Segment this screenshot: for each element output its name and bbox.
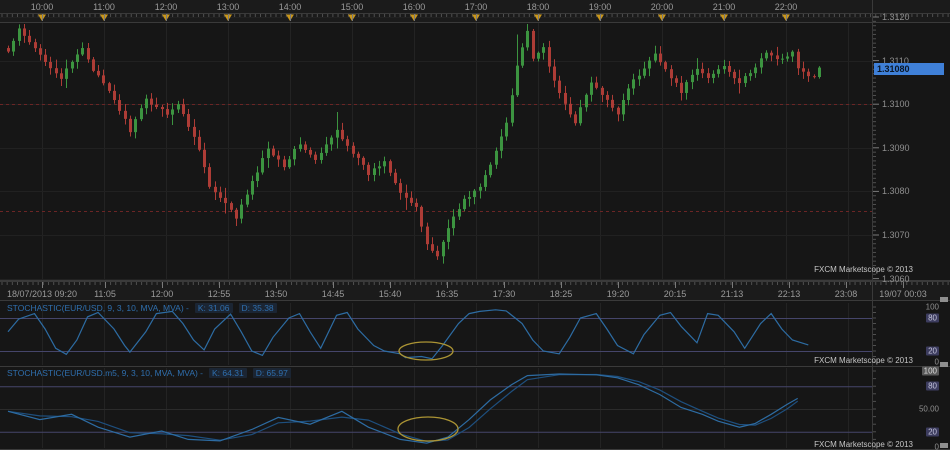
time-axis-label: 21:13: [721, 289, 744, 299]
price-axis-label: 1.3060: [882, 274, 910, 284]
time-axis-label: 18:00: [527, 2, 550, 12]
indicator2-k-value: K: 64.31: [209, 368, 247, 378]
time-axis-label: 17:00: [465, 2, 488, 12]
time-axis-label: 14:45: [322, 289, 345, 299]
time-axis-label: 18:25: [550, 289, 573, 299]
price-axis-label: 1.3100: [882, 99, 910, 109]
indicator2-name: STOCHASTIC(EUR/USD.m5, 9, 3, 10, MVA, MV…: [7, 368, 203, 378]
indicator2-scale-label: 0: [935, 443, 939, 450]
indicator1-scale-label: 80: [926, 314, 939, 323]
time-axis-label: 10:00: [31, 2, 54, 12]
fxcm-marketscope-window: 10:00 11:00 12:00 13:00 14:00 15:00 16:00 17:00…: [0, 0, 950, 450]
time-axis-label: 16:00: [403, 2, 426, 12]
time-axis-label: 11:05: [94, 289, 116, 299]
time-axis-label: 17:30: [493, 289, 516, 299]
price-axis-label: 1.3090: [882, 143, 910, 153]
time-axis-label: 20:00: [651, 2, 674, 12]
current-price-badge: 1.31080: [874, 63, 944, 75]
time-axis-label: 18/07/2013 09:20: [7, 289, 77, 299]
time-axis-label: 12:00: [151, 289, 174, 299]
price-axis-label: 1.3080: [882, 186, 910, 196]
time-axis-label: 21:00: [713, 2, 736, 12]
panel-splitter-grip[interactable]: [940, 362, 948, 367]
indicator2-d-value: D: 65.97: [253, 368, 291, 378]
time-axis-label: 12:00: [155, 2, 178, 12]
time-axis-label: 22:13: [778, 289, 801, 299]
indicator1-scale-label: 20: [926, 347, 939, 356]
time-axis-label: 13:00: [217, 2, 240, 12]
time-axis-label: 23:08: [835, 289, 858, 299]
time-axis-label: 11:00: [93, 2, 115, 12]
indicator2-scale-label: 50.00: [919, 405, 939, 414]
watermark-indicator2: FXCM Marketscope © 2013: [814, 440, 913, 449]
panel-splitter-grip[interactable]: [940, 297, 948, 302]
watermark-main: FXCM Marketscope © 2013: [814, 265, 913, 274]
time-axis-label: 19:20: [607, 289, 630, 299]
indicator1-scale-label: 100: [926, 303, 939, 312]
indicator1-label: STOCHASTIC(EUR/USD, 9, 3, 10, MVA, MVA) …: [7, 303, 277, 313]
time-axis-label: 16:35: [436, 289, 459, 299]
time-axis-label: 13:50: [265, 289, 288, 299]
price-axis-label: 1.3120: [882, 12, 910, 22]
stochastic2-k-line: [8, 374, 798, 443]
panel-splitter-grip[interactable]: [940, 443, 948, 448]
indicator1-d-value: D: 35.38: [239, 303, 277, 313]
time-axis-label: 15:40: [379, 289, 402, 299]
time-axis-label: 20:15: [664, 289, 687, 299]
stochastic2-d-line: [8, 375, 798, 442]
price-axis-label: 1.3070: [882, 230, 910, 240]
time-axis-label: 14:00: [279, 2, 302, 12]
indicator2-scale-label: 80: [926, 382, 939, 391]
indicator2-scale-label: 100: [922, 367, 939, 376]
indicator1-name: STOCHASTIC(EUR/USD, 9, 3, 10, MVA, MVA) …: [7, 303, 189, 313]
highlight-ellipse-2: [398, 417, 458, 441]
indicator1-k-value: K: 31.06: [195, 303, 233, 313]
chart-canvas[interactable]: [0, 0, 950, 450]
time-axis-label: 12:55: [208, 289, 231, 299]
time-axis-label: 19/07 00:03: [879, 289, 927, 299]
indicator1-scale-label: 0: [935, 358, 939, 367]
time-axis-label: 22:00: [775, 2, 798, 12]
watermark-indicator1: FXCM Marketscope © 2013: [814, 356, 913, 365]
time-axis-label: 15:00: [341, 2, 364, 12]
indicator2-label: STOCHASTIC(EUR/USD.m5, 9, 3, 10, MVA, MV…: [7, 368, 291, 378]
time-axis-label: 19:00: [589, 2, 612, 12]
indicator2-scale-label: 20: [926, 427, 939, 436]
